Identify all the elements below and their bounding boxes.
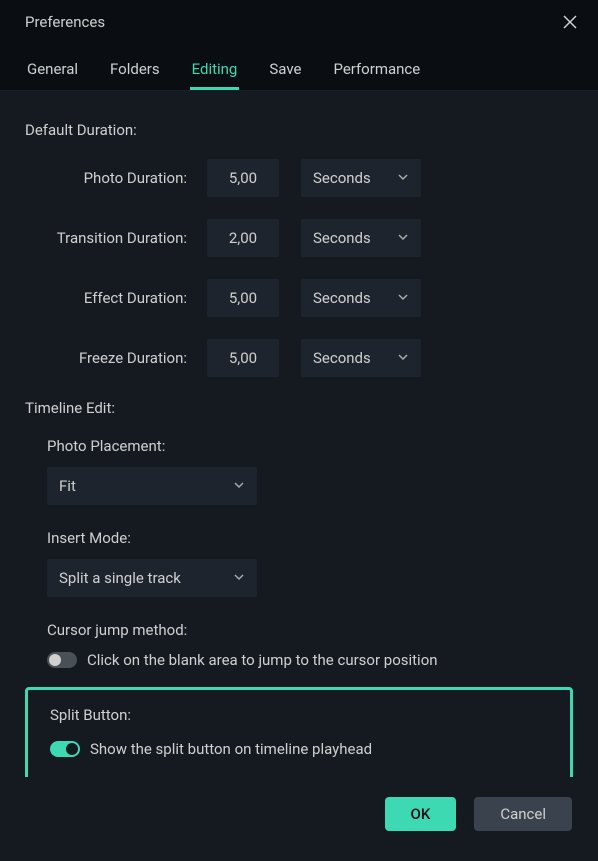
content-area: Default Duration: Photo Duration: Second… xyxy=(0,91,598,777)
preferences-window: Preferences General Folders Editing Save… xyxy=(0,0,598,861)
photo-placement-select[interactable]: Fit xyxy=(47,467,257,505)
tab-editing[interactable]: Editing xyxy=(190,52,240,90)
transition-duration-row: Transition Duration: Seconds xyxy=(25,219,573,257)
close-icon xyxy=(562,14,578,30)
ok-button[interactable]: OK xyxy=(385,797,457,831)
chevron-down-icon xyxy=(233,479,245,494)
tabs-bar: General Folders Editing Save Performance xyxy=(0,42,598,91)
transition-duration-unit-select[interactable]: Seconds xyxy=(301,219,421,257)
tab-performance[interactable]: Performance xyxy=(331,52,422,90)
split-button-toggle[interactable] xyxy=(50,741,80,757)
effect-duration-row: Effect Duration: Seconds xyxy=(25,279,573,317)
chevron-down-icon xyxy=(233,571,245,586)
transition-duration-unit-value: Seconds xyxy=(313,229,371,247)
photo-duration-input[interactable] xyxy=(207,159,279,197)
split-button-label: Split Button: xyxy=(28,706,570,724)
photo-placement-value: Fit xyxy=(59,477,76,495)
transition-duration-label: Transition Duration: xyxy=(47,229,207,247)
photo-duration-row: Photo Duration: Seconds xyxy=(25,159,573,197)
titlebar: Preferences xyxy=(0,0,598,42)
freeze-duration-input[interactable] xyxy=(207,339,279,377)
photo-duration-unit-select[interactable]: Seconds xyxy=(301,159,421,197)
photo-duration-label: Photo Duration: xyxy=(47,169,207,187)
chevron-down-icon xyxy=(397,171,409,186)
cursor-jump-section: Cursor jump method: Click on the blank a… xyxy=(25,621,573,669)
tab-general[interactable]: General xyxy=(25,52,80,90)
insert-mode-section: Insert Mode: Split a single track xyxy=(25,529,573,597)
timeline-edit-heading: Timeline Edit: xyxy=(25,399,573,417)
close-button[interactable] xyxy=(560,12,580,32)
cursor-jump-toggle-label: Click on the blank area to jump to the c… xyxy=(87,651,438,669)
tab-folders[interactable]: Folders xyxy=(108,52,162,90)
effect-duration-input[interactable] xyxy=(207,279,279,317)
cursor-jump-label: Cursor jump method: xyxy=(25,621,573,639)
effect-duration-label: Effect Duration: xyxy=(47,289,207,307)
split-button-toggle-label: Show the split button on timeline playhe… xyxy=(90,740,372,758)
insert-mode-label: Insert Mode: xyxy=(25,529,573,547)
tab-save[interactable]: Save xyxy=(267,52,303,90)
freeze-duration-unit-select[interactable]: Seconds xyxy=(301,339,421,377)
chevron-down-icon xyxy=(397,231,409,246)
photo-duration-unit-value: Seconds xyxy=(313,169,371,187)
chevron-down-icon xyxy=(397,291,409,306)
footer: OK Cancel xyxy=(0,777,598,861)
cursor-jump-toggle[interactable] xyxy=(47,652,77,668)
freeze-duration-label: Freeze Duration: xyxy=(47,349,207,367)
photo-placement-section: Photo Placement: Fit xyxy=(25,437,573,505)
transition-duration-input[interactable] xyxy=(207,219,279,257)
chevron-down-icon xyxy=(397,351,409,366)
insert-mode-value: Split a single track xyxy=(59,569,181,587)
effect-duration-unit-select[interactable]: Seconds xyxy=(301,279,421,317)
freeze-duration-unit-value: Seconds xyxy=(313,349,371,367)
split-button-highlight: Split Button: Show the split button on t… xyxy=(25,687,573,777)
window-title: Preferences xyxy=(25,13,105,31)
photo-placement-label: Photo Placement: xyxy=(25,437,573,455)
insert-mode-select[interactable]: Split a single track xyxy=(47,559,257,597)
effect-duration-unit-value: Seconds xyxy=(313,289,371,307)
cancel-button[interactable]: Cancel xyxy=(474,797,572,831)
default-duration-heading: Default Duration: xyxy=(25,121,573,139)
freeze-duration-row: Freeze Duration: Seconds xyxy=(25,339,573,377)
